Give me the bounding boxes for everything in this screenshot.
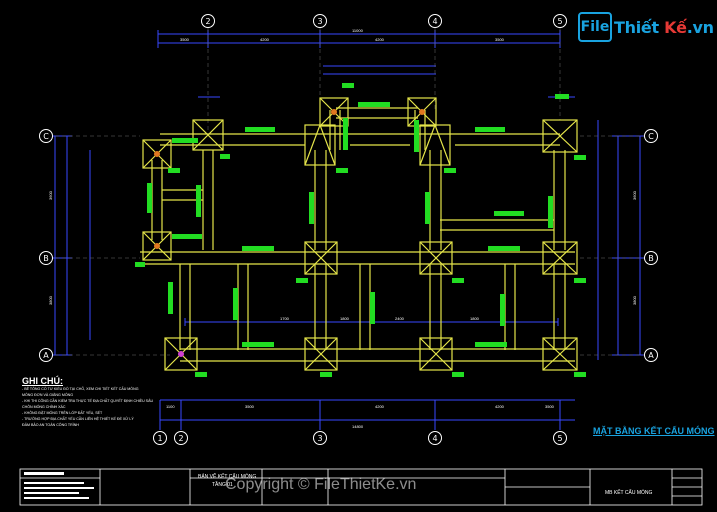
grid-label-bottom: 1 <box>157 434 162 443</box>
grid-label-right: A <box>648 351 654 360</box>
footing <box>542 241 578 275</box>
svg-text:3600: 3600 <box>632 190 637 200</box>
grid-label-bottom: 3 <box>317 434 322 443</box>
grid-label-top: 5 <box>557 17 562 26</box>
svg-text:3500: 3500 <box>245 404 255 409</box>
plan-title: MẶT BẰNG KẾT CẤU MÓNG <box>593 426 715 436</box>
svg-text:3800: 3800 <box>632 295 637 305</box>
grid-label-right: B <box>648 254 654 263</box>
svg-text:1700: 1700 <box>280 316 290 321</box>
footing <box>304 337 338 371</box>
dim-overall-bottom: 14800 <box>352 424 364 429</box>
notes-title: GHI CHÚ: <box>22 376 63 386</box>
grid-label-bottom: 2 <box>178 434 183 443</box>
notes-section: GHI CHÚ: - BÊ TÔNG CỐ TƯ KIỂU ĐỔ TẠI CHỖ… <box>22 376 172 428</box>
svg-text:3500: 3500 <box>180 37 190 42</box>
footing <box>419 337 453 371</box>
title-block-right-name: MB KẾT CẤU MÓNG <box>605 490 653 496</box>
grid-label-left: A <box>43 351 49 360</box>
footing <box>542 337 578 371</box>
footing <box>304 241 338 275</box>
svg-text:4200: 4200 <box>375 404 385 409</box>
grid-label-top: 4 <box>432 17 437 26</box>
logo-text: Thiết Kế.vn <box>614 17 714 37</box>
grid-label-right: C <box>648 132 654 141</box>
grid-label-bottom: 5 <box>557 434 562 443</box>
footing <box>542 119 578 153</box>
dim-overall-top: 11000 <box>352 28 364 33</box>
svg-text:3600: 3600 <box>48 190 53 200</box>
grid-label-top: 2 <box>205 17 210 26</box>
file-icon: File <box>578 12 612 42</box>
svg-text:1800: 1800 <box>340 316 350 321</box>
svg-text:3800: 3800 <box>48 295 53 305</box>
svg-text:1800: 1800 <box>470 316 480 321</box>
notes-line: ĐẢM BẢO AN TOÀN CÔNG TRÌNH <box>22 423 79 427</box>
grid-label-top: 3 <box>317 17 322 26</box>
svg-text:4200: 4200 <box>375 37 385 42</box>
svg-text:4200: 4200 <box>260 37 270 42</box>
grid-label-left: C <box>43 132 49 141</box>
watermark: Copyright © FileThietKe.vn <box>225 476 417 493</box>
brand-logo: File Thiết Kế.vn <box>578 12 714 42</box>
svg-text:3500: 3500 <box>495 37 505 42</box>
grid-label-left: B <box>43 254 49 263</box>
svg-text:4200: 4200 <box>495 404 505 409</box>
svg-text:2400: 2400 <box>395 316 405 321</box>
grid-label-bottom: 4 <box>432 434 437 443</box>
footing <box>419 241 453 275</box>
svg-text:3500: 3500 <box>545 404 555 409</box>
